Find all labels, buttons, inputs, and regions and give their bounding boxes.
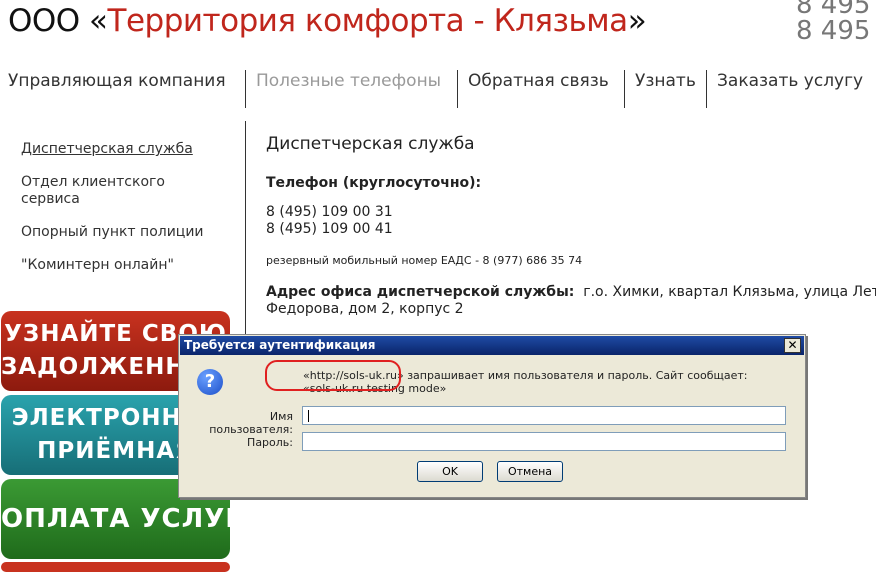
- sidebar-item-client-service[interactable]: Отдел клиентского сервиса: [21, 174, 181, 208]
- ok-button[interactable]: OK: [417, 461, 483, 482]
- question-icon: ?: [197, 369, 223, 395]
- auth-dialog: Требуется аутентификация ✕ ? «http://sol…: [178, 334, 806, 498]
- close-icon[interactable]: ✕: [784, 338, 801, 353]
- nav-item-order-service[interactable]: Заказать услугу: [717, 68, 863, 109]
- dialog-titlebar[interactable]: Требуется аутентификация ✕: [180, 336, 804, 355]
- password-input[interactable]: [302, 432, 786, 451]
- banner-payment-label: ОПЛАТА УСЛУГ: [1, 504, 230, 534]
- username-input[interactable]: [302, 406, 786, 425]
- text-caret: [308, 410, 309, 422]
- cancel-button[interactable]: Отмена: [497, 461, 563, 482]
- logo-prefix: ООО «: [8, 3, 108, 39]
- main-nav: Управляющая компания Полезные телефоны О…: [0, 68, 876, 110]
- phone-heading: Телефон (круглосуточно):: [266, 175, 482, 191]
- phone-number-2: 8 (495) 109 00 41: [266, 221, 393, 237]
- nav-item-management[interactable]: Управляющая компания: [8, 68, 226, 109]
- header-phones: 8 495 1 8 495 1: [796, 0, 876, 44]
- nav-divider: [706, 70, 707, 108]
- sidebar-divider: [245, 121, 246, 351]
- header-phone-2: 8 495 1: [796, 16, 876, 46]
- password-label: Пароль:: [247, 436, 293, 449]
- username-label: Имя пользователя:: [209, 410, 293, 436]
- sidebar-item-police[interactable]: Опорный пункт полиции: [21, 224, 231, 241]
- sidebar-item-dispatch[interactable]: Диспетчерская служба: [21, 141, 231, 158]
- address-label: Адрес офиса диспетчерской службы:: [266, 284, 575, 300]
- sidebar-item-komintern[interactable]: "Коминтерн онлайн": [21, 257, 231, 274]
- banner-next[interactable]: [1, 562, 230, 572]
- site-logo[interactable]: ООО «Территория комфорта - Клязьма»: [8, 2, 647, 40]
- nav-item-feedback[interactable]: Обратная связь: [468, 68, 609, 109]
- phone-number-1: 8 (495) 109 00 31: [266, 204, 393, 220]
- logo-company-name: Территория комфорта - Клязьма: [107, 3, 629, 39]
- reserve-phone: резервный мобильный номер ЕАДС - 8 (977)…: [266, 254, 583, 267]
- nav-divider: [245, 70, 246, 108]
- nav-item-learn[interactable]: Узнать: [635, 68, 696, 109]
- page-title: Диспетчерская служба: [266, 134, 475, 154]
- logo-suffix: »: [627, 3, 647, 39]
- highlight-ring: [265, 360, 401, 391]
- nav-item-useful-phones[interactable]: Полезные телефоны: [256, 68, 441, 109]
- nav-divider: [624, 70, 625, 108]
- dialog-title: Требуется аутентификация: [184, 338, 376, 352]
- office-address: Адрес офиса диспетчерской службы: г.о. Х…: [266, 284, 876, 318]
- nav-divider: [457, 70, 458, 108]
